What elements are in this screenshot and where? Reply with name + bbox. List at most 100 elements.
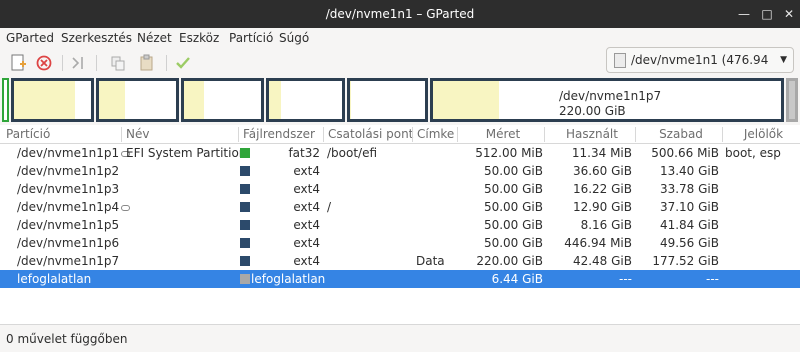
cell-mountpoint: /boot/efi	[327, 146, 378, 160]
used-space	[433, 81, 499, 119]
map-partition-size: 220.00 GiB	[559, 104, 626, 118]
cell-used: 42.48 GiB	[572, 254, 632, 268]
menu-gparted[interactable]: GParted	[6, 31, 54, 45]
partition-table-header: Partíció Név Fájlrendszer Csatolási pont…	[0, 125, 800, 144]
used-space	[99, 81, 125, 119]
cell-used: 36.60 GiB	[572, 164, 632, 178]
partition-table: /dev/nvme1n1p1 EFI System Partition fat3…	[0, 144, 800, 324]
cell-used: 12.90 GiB	[572, 200, 632, 214]
menu-device[interactable]: Eszköz	[179, 31, 219, 45]
filesystem-color-swatch	[240, 184, 250, 194]
cell-filesystem: fat32	[288, 146, 320, 160]
column-header-mountpoint[interactable]: Csatolási pont	[323, 127, 413, 142]
cell-free: 13.40 GiB	[659, 164, 719, 178]
cell-partition: /dev/nvme1n1p1	[17, 144, 131, 162]
map-block-p3[interactable]	[96, 78, 179, 122]
map-block-p2[interactable]	[11, 78, 94, 122]
partition-path: /dev/nvme1n1p4	[17, 200, 120, 214]
cell-flags: boot, esp	[725, 146, 781, 160]
menu-edit[interactable]: Szerkesztés	[61, 31, 132, 45]
cell-size: 50.00 GiB	[483, 164, 543, 178]
toolbar-separator	[96, 55, 97, 71]
device-selector[interactable]: /dev/nvme1n1 (476.94 GiB) ▼	[606, 47, 794, 91]
filesystem-color-swatch	[240, 220, 250, 230]
cell-used: 11.34 MiB	[571, 146, 632, 160]
table-row[interactable]: /dev/nvme1n1p2 ext4 50.00 GiB 36.60 GiB …	[0, 162, 800, 180]
cell-free: 33.78 GiB	[659, 182, 719, 196]
used-space	[269, 81, 281, 119]
apply-icon[interactable]	[173, 53, 193, 73]
column-header-label[interactable]: Címke	[412, 127, 454, 142]
cell-free: 41.84 GiB	[659, 218, 719, 232]
menu-help[interactable]: Súgó	[279, 31, 309, 45]
map-block-p7[interactable]: /dev/nvme1n1p7 220.00 GiB	[430, 78, 784, 122]
paste-icon[interactable]	[137, 53, 157, 73]
filesystem-color-swatch	[240, 202, 250, 212]
cell-partition: /dev/nvme1n1p6	[17, 236, 120, 250]
column-header-partition[interactable]: Partíció	[6, 127, 50, 141]
table-row[interactable]: /dev/nvme1n1p1 EFI System Partition fat3…	[0, 144, 800, 162]
cell-filesystem: ext4	[293, 164, 320, 178]
column-header-used[interactable]: Használt	[544, 127, 635, 142]
filesystem-color-swatch	[240, 274, 250, 284]
column-header-free[interactable]: Szabad	[635, 127, 722, 142]
title-bar: /dev/nvme1n1 – GParted — □ ✕	[0, 0, 800, 28]
cell-filesystem: ext4	[293, 218, 320, 232]
table-row[interactable]: /dev/nvme1n1p4 ext4 / 50.00 GiB 12.90 Gi…	[0, 198, 800, 216]
cell-free: 500.66 MiB	[651, 146, 719, 160]
table-row[interactable]: /dev/nvme1n1p5 ext4 50.00 GiB 8.16 GiB 4…	[0, 216, 800, 234]
new-partition-icon[interactable]	[8, 53, 28, 73]
delete-icon[interactable]	[34, 53, 54, 73]
maximize-icon[interactable]: □	[760, 7, 774, 21]
cell-partition: /dev/nvme1n1p4	[17, 198, 131, 216]
map-block-p4[interactable]	[181, 78, 264, 122]
filesystem-color-swatch	[240, 148, 250, 158]
cell-free: ---	[706, 272, 719, 286]
cell-filesystem: lefoglalatlan	[251, 272, 326, 286]
close-icon[interactable]: ✕	[782, 7, 796, 21]
cell-filesystem: ext4	[293, 200, 320, 214]
cell-size: 50.00 GiB	[483, 218, 543, 232]
map-block-p1[interactable]	[2, 78, 9, 122]
toolbar-separator	[62, 55, 63, 71]
cell-size: 512.00 MiB	[475, 146, 543, 160]
filesystem-color-swatch	[240, 238, 250, 248]
used-space	[14, 81, 75, 119]
filesystem-color-swatch	[240, 166, 250, 176]
filesystem-color-swatch	[240, 256, 250, 266]
map-block-p6[interactable]	[347, 78, 428, 122]
cell-size: 50.00 GiB	[483, 236, 543, 250]
table-row[interactable]: /dev/nvme1n1p3 ext4 50.00 GiB 16.22 GiB …	[0, 180, 800, 198]
table-row[interactable]: /dev/nvme1n1p6 ext4 50.00 GiB 446.94 MiB…	[0, 234, 800, 252]
cell-used: 8.16 GiB	[580, 218, 632, 232]
menu-partition[interactable]: Partíció	[229, 31, 273, 45]
copy-icon[interactable]	[108, 53, 128, 73]
cell-filesystem: ext4	[293, 182, 320, 196]
resize-move-icon[interactable]	[68, 53, 88, 73]
cell-partition: /dev/nvme1n1p7	[17, 254, 120, 268]
column-header-filesystem[interactable]: Fájlrendszer	[238, 127, 315, 142]
partition-map: /dev/nvme1n1p7 220.00 GiB	[0, 76, 800, 124]
cell-free: 177.52 GiB	[652, 254, 719, 268]
drive-icon	[614, 53, 626, 68]
cell-filesystem: ext4	[293, 236, 320, 250]
cell-partition: /dev/nvme1n1p2	[17, 164, 120, 178]
toolbar-separator	[166, 55, 167, 71]
menu-view[interactable]: Nézet	[137, 31, 172, 45]
map-block-unallocated[interactable]	[786, 78, 798, 122]
cell-partition: /dev/nvme1n1p3	[17, 182, 120, 196]
used-space	[350, 81, 351, 119]
used-space	[184, 81, 204, 119]
window-title: /dev/nvme1n1 – GParted	[325, 7, 475, 21]
column-header-name[interactable]: Név	[121, 127, 149, 142]
status-bar: 0 művelet függőben	[0, 324, 800, 352]
map-block-p5[interactable]	[266, 78, 345, 122]
column-header-size[interactable]: Méret	[457, 127, 544, 142]
table-row-selected[interactable]: lefoglalatlan lefoglalatlan 6.44 GiB ---…	[0, 270, 800, 288]
minimize-icon[interactable]: —	[737, 7, 751, 21]
cell-used: 446.94 MiB	[564, 236, 632, 250]
cell-size: 50.00 GiB	[483, 200, 543, 214]
cell-free: 49.56 GiB	[659, 236, 719, 250]
table-row[interactable]: /dev/nvme1n1p7 ext4 Data 220.00 GiB 42.4…	[0, 252, 800, 270]
column-header-flags[interactable]: Jelölők	[722, 127, 800, 142]
